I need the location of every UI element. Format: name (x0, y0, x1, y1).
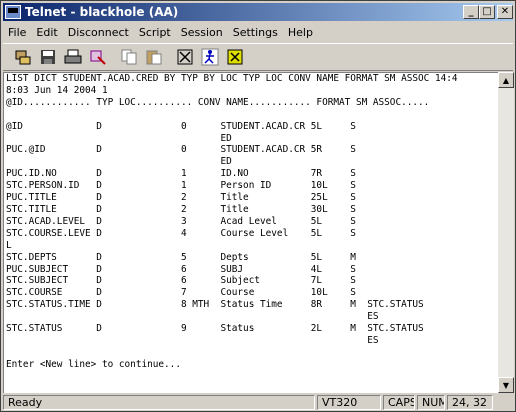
window-title: Telnet - blackhole (AA) (25, 5, 179, 19)
save-button[interactable] (36, 46, 59, 68)
maximize-icon: □ (482, 6, 492, 17)
toolbar (3, 43, 513, 71)
close-icon: ✕ (500, 6, 510, 17)
status-caps: CAPS (383, 395, 415, 410)
save-icon (40, 50, 55, 64)
terminal-line: ED (6, 156, 232, 168)
status-bar: Ready VT320 CAPS NUM 24, 32 (3, 394, 513, 411)
options-button[interactable] (223, 46, 246, 68)
terminal-line: STC.TITLE D 2 Title 30L S (6, 203, 356, 215)
status-ready: Ready (3, 395, 315, 410)
connect-icon (15, 50, 30, 65)
minimize-button[interactable]: _ (463, 5, 479, 19)
terminal-line: STC.ACAD.LEVEL D 3 Acad Level 5L S (6, 215, 356, 227)
connect-button[interactable] (11, 46, 34, 68)
close-button[interactable]: ✕ (497, 5, 513, 19)
terminal-line: STC.SUBJECT D 6 Subject 7L S (6, 275, 356, 287)
terminal-output: LIST DICT STUDENT.ACAD.CRED BY TYP BY LO… (6, 73, 458, 371)
log-button[interactable] (173, 46, 196, 68)
log-icon (177, 49, 192, 65)
terminal-line: STC.STATUS.TIME D 8 MTH Status Time 8R M… (6, 299, 424, 311)
menu-disconnect[interactable]: Disconnect (63, 26, 134, 39)
paste-icon (146, 50, 161, 65)
terminal-line: STC.PERSON.ID D 1 Person ID 10L S (6, 180, 356, 192)
copy-icon (121, 49, 136, 65)
terminal-line: 8:03 Jun 14 2004 1 (6, 84, 108, 96)
terminal-screen[interactable]: LIST DICT STUDENT.ACAD.CRED BY TYP BY LO… (3, 72, 498, 393)
maximize-button[interactable]: □ (479, 5, 495, 19)
terminal-line: PUC.SUBJECT D 6 SUBJ 4L S (6, 263, 356, 275)
vertical-scrollbar[interactable]: ▲ ▼ (498, 72, 514, 393)
scroll-down-button[interactable]: ▼ (498, 377, 514, 393)
menu-settings[interactable]: Settings (228, 26, 283, 39)
terminal-line: STC.COURSE D 7 Course 10L S (6, 287, 356, 299)
run-script-icon (201, 48, 218, 66)
telnet-app-icon[interactable] (5, 5, 21, 19)
options-icon (227, 49, 242, 65)
run-script-button[interactable] (198, 46, 221, 68)
scroll-up-button[interactable]: ▲ (498, 72, 514, 88)
status-terminal-type: VT320 (317, 395, 381, 410)
properties-button[interactable] (86, 46, 109, 68)
terminal-line: PUC.@ID D 0 STUDENT.ACAD.CR 5R S (6, 144, 356, 156)
menu-session[interactable]: Session (176, 26, 228, 39)
menu-file[interactable]: File (3, 26, 31, 39)
terminal-line: PUC.ID.NO D 1 ID.NO 7R S (6, 168, 356, 180)
print-button[interactable] (61, 46, 84, 68)
arrow-up-icon: ▲ (502, 75, 510, 85)
terminal-line: PUC.TITLE D 2 Title 25L S (6, 192, 356, 204)
terminal-line: @ID............ TYP LOC.......... CONV N… (6, 96, 430, 108)
title-bar[interactable]: Telnet - blackhole (AA) _ □ ✕ (3, 3, 513, 21)
terminal-line: L (6, 239, 12, 251)
telnet-window: Telnet - blackhole (AA) _ □ ✕ File Edit … (0, 0, 516, 412)
terminal-line: STC.DEPTS D 5 Depts 5L M (6, 251, 356, 263)
terminal-line: ED (6, 132, 232, 144)
copy-button[interactable] (117, 46, 140, 68)
menu-script[interactable]: Script (134, 26, 176, 39)
menu-bar: File Edit Disconnect Script Session Sett… (3, 23, 513, 42)
terminal-line: Enter <New line> to continue... (6, 358, 181, 370)
properties-icon (90, 50, 106, 65)
terminal-line: ES (6, 311, 379, 323)
menu-help[interactable]: Help (283, 26, 318, 39)
status-cursor-position: 24, 32 (447, 395, 493, 410)
paste-button[interactable] (142, 46, 165, 68)
terminal-line: ES (6, 334, 379, 346)
resize-grip-icon[interactable] (495, 397, 507, 409)
status-num: NUM (417, 395, 445, 410)
arrow-down-icon: ▼ (502, 380, 510, 390)
terminal-line: @ID D 0 STUDENT.ACAD.CR 5L S (6, 120, 356, 132)
print-icon (64, 49, 81, 64)
terminal-line: LIST DICT STUDENT.ACAD.CRED BY TYP BY LO… (6, 73, 458, 84)
terminal-line: STC.STATUS D 9 Status 2L M STC.STATUS (6, 323, 424, 335)
terminal-line: STC.COURSE.LEVE D 4 Course Level 5L S (6, 227, 356, 239)
menu-edit[interactable]: Edit (31, 26, 62, 39)
minimize-icon: _ (468, 6, 474, 17)
